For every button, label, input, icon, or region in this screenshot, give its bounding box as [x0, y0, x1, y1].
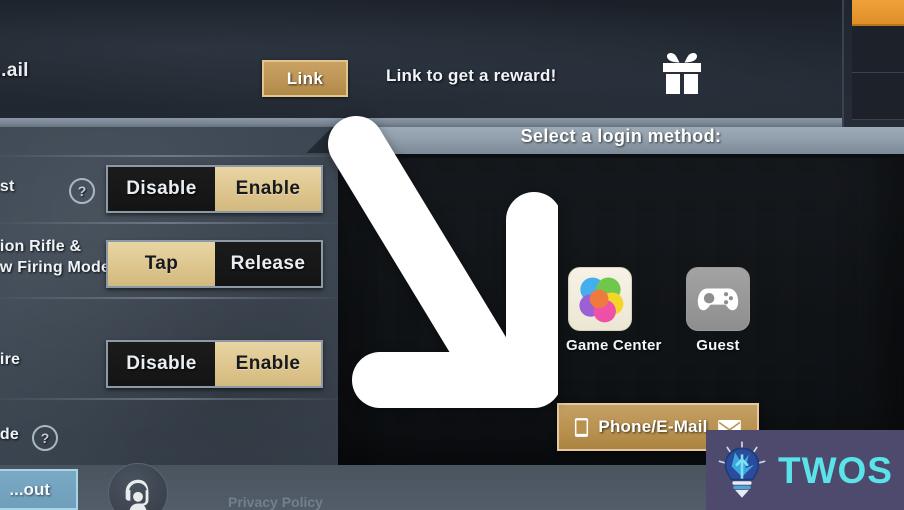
link-reward-text: Link to get a reward! — [386, 66, 557, 85]
right-hud-slot-1[interactable] — [852, 26, 904, 73]
login-method-dialog: Select a login method: Game Center Guest… — [338, 127, 904, 465]
lightbulb-icon — [718, 441, 766, 498]
twos-watermark-text: TWOS — [778, 449, 893, 491]
setting-toggle-2[interactable]: Tap Release — [106, 240, 323, 288]
gamepad-icon — [686, 267, 750, 331]
login-method-game-center-label: Game Center — [566, 337, 662, 354]
setting-toggle-2-option-tap[interactable]: Tap — [108, 242, 215, 286]
login-method-game-center[interactable]: Game Center — [566, 267, 662, 354]
settings-panel-corner — [300, 127, 340, 153]
phone-email-button-label: Phone/E-Mail — [598, 417, 708, 436]
help-icon-2[interactable]: ? — [32, 425, 58, 451]
logout-button[interactable]: ...out — [0, 469, 78, 510]
gift-icon — [658, 50, 706, 100]
link-button[interactable]: Link — [262, 60, 348, 97]
setting-toggle-3-option-enable[interactable]: Enable — [215, 342, 321, 386]
setting-toggle-1-option-enable[interactable]: Enable — [215, 167, 321, 211]
hud-separator — [0, 118, 904, 127]
settings-row-1-label: ...st — [0, 178, 15, 195]
setting-toggle-2-option-release[interactable]: Release — [215, 242, 321, 286]
setting-toggle-1[interactable]: Disable Enable — [106, 165, 323, 213]
logout-button-label: ...out — [9, 479, 50, 499]
settings-row-2-label: ...ion Rifle & — [0, 238, 82, 255]
help-icon-1[interactable]: ? — [69, 178, 95, 204]
settings-row-2-label-line2: ...w Firing Mode — [0, 259, 111, 276]
right-hud-slot-2[interactable] — [852, 73, 904, 120]
login-dialog-title: Select a login method: — [520, 127, 722, 146]
settings-divider-1 — [0, 155, 338, 157]
settings-divider-4 — [0, 398, 338, 400]
setting-toggle-3-option-disable[interactable]: Disable — [108, 342, 215, 386]
phone-icon — [575, 417, 589, 437]
settings-row-3-label: ...ire — [0, 351, 21, 368]
login-method-guest-label: Guest — [696, 337, 740, 354]
email-row-label: ...ail — [0, 60, 29, 81]
settings-divider-3 — [0, 297, 338, 299]
top-hud-bar — [0, 0, 904, 118]
setting-toggle-1-option-disable[interactable]: Disable — [108, 167, 215, 211]
twos-watermark: TWOS — [706, 430, 904, 510]
headset-support-icon — [125, 479, 149, 510]
top-hud-tint — [0, 0, 904, 118]
right-hud-strip — [842, 0, 904, 127]
link-button-label: Link — [286, 68, 324, 88]
setting-toggle-3[interactable]: Disable Enable — [106, 340, 323, 388]
privacy-policy-text[interactable]: Privacy Policy — [228, 494, 323, 510]
login-method-guest[interactable]: Guest — [684, 267, 752, 354]
settings-divider-2 — [0, 222, 338, 224]
orange-indicator-chip[interactable] — [852, 0, 904, 26]
screenshot-root: ...ail Link Link to get a reward! ...st … — [0, 0, 904, 510]
game-center-icon — [568, 267, 632, 331]
settings-row-4-label: ...de — [0, 426, 20, 443]
login-dialog-titlebar: Select a login method: — [338, 127, 904, 154]
login-dialog-title-underline — [338, 154, 904, 158]
